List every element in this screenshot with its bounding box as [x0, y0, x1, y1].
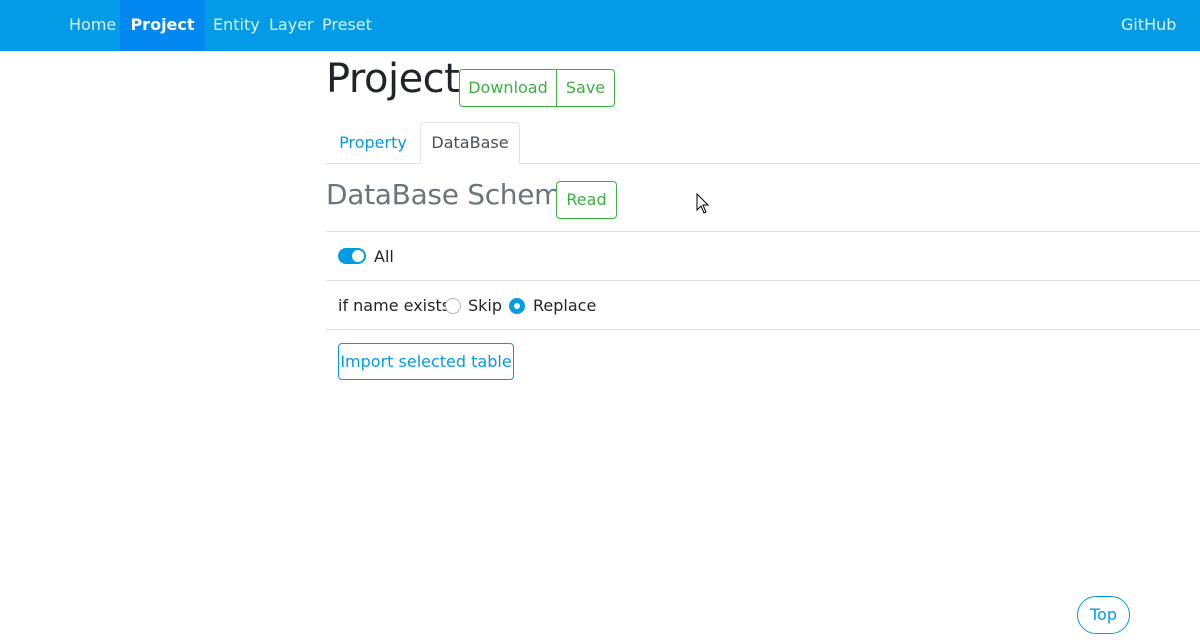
- page-title: Project: [326, 56, 460, 102]
- replace-radio[interactable]: [509, 298, 525, 314]
- radio-dot: [514, 303, 520, 309]
- toggle-knob: [352, 250, 364, 262]
- nav-home[interactable]: Home: [69, 0, 116, 51]
- skip-radio[interactable]: [445, 298, 461, 314]
- nav-entity[interactable]: Entity: [213, 0, 260, 51]
- all-toggle-switch[interactable]: [338, 248, 366, 264]
- all-label: All: [374, 247, 394, 266]
- tab-property[interactable]: Property: [326, 122, 420, 164]
- mouse-cursor-icon: [696, 193, 710, 214]
- save-button[interactable]: Save: [557, 69, 615, 107]
- download-button[interactable]: Download: [459, 69, 557, 107]
- if-name-exists-label: if name exists: [338, 296, 451, 315]
- scroll-top-button[interactable]: Top: [1077, 596, 1130, 634]
- import-selected-table-button[interactable]: Import selected table: [338, 343, 514, 380]
- replace-label[interactable]: Replace: [533, 296, 596, 316]
- skip-label[interactable]: Skip: [468, 296, 502, 316]
- nav-project[interactable]: Project: [120, 0, 205, 51]
- read-button[interactable]: Read: [556, 181, 617, 219]
- nav-preset[interactable]: Preset: [322, 0, 372, 51]
- nav-github[interactable]: GitHub: [1121, 0, 1176, 51]
- divider-1: [326, 231, 1200, 232]
- top-navbar: Home Project Entity Layer Preset GitHub: [0, 0, 1200, 51]
- divider-3: [326, 329, 1200, 330]
- divider-2: [326, 280, 1200, 281]
- schema-title: DataBase Schema: [326, 178, 579, 211]
- nav-layer[interactable]: Layer: [269, 0, 314, 51]
- tab-database[interactable]: DataBase: [420, 122, 520, 164]
